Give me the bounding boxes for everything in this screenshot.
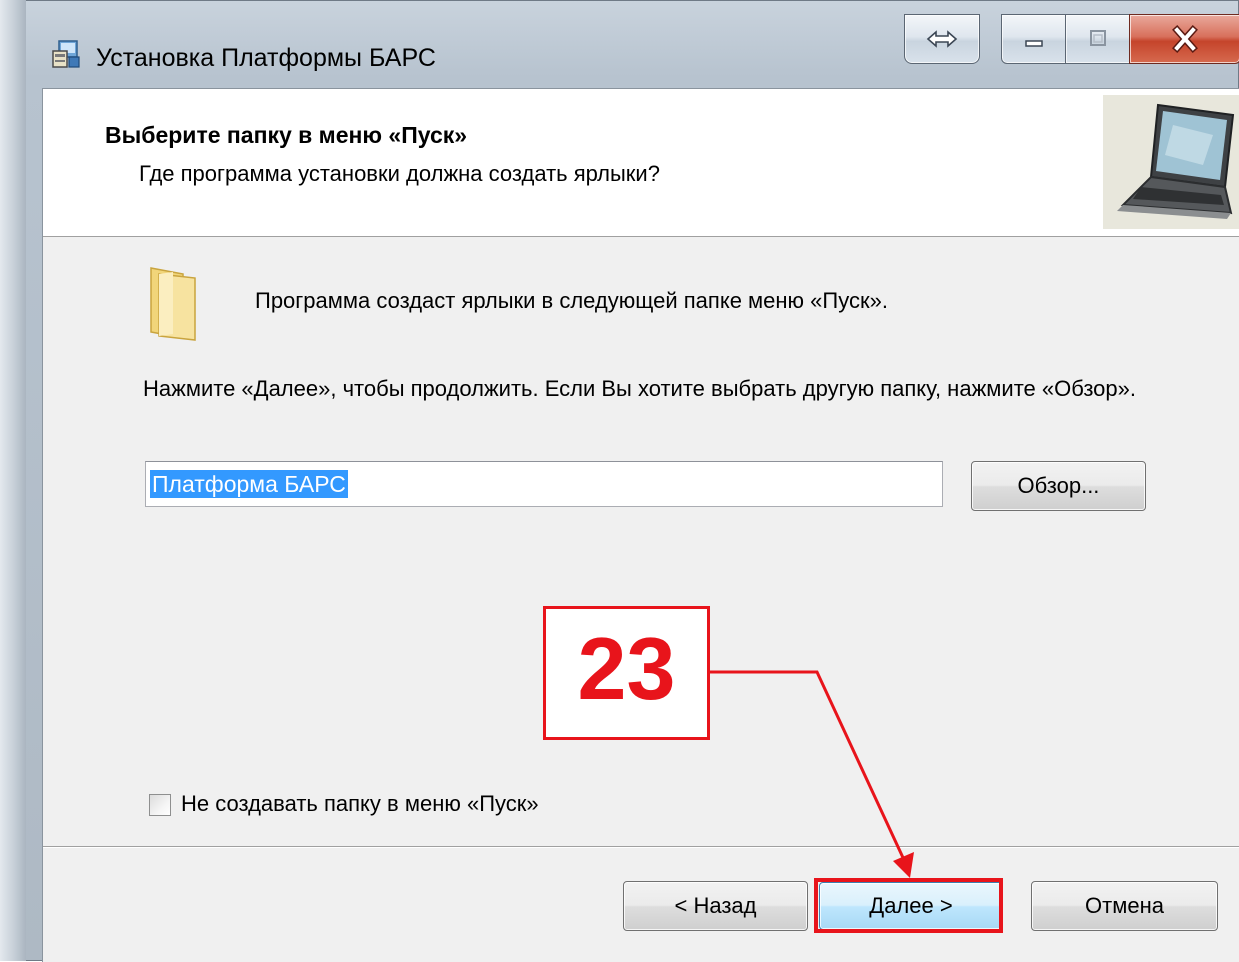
- close-button[interactable]: [1129, 14, 1239, 64]
- checkbox-label[interactable]: Не создавать папку в меню «Пуск»: [181, 791, 539, 817]
- step-annotation-box: 23: [543, 606, 710, 740]
- step-number: 23: [577, 619, 676, 718]
- resize-icon: [926, 30, 958, 48]
- folder-input-value: Платформа БАРС: [150, 470, 348, 498]
- dialog-client-area: Выберите папку в меню «Пуск» Где програм…: [42, 88, 1239, 962]
- cancel-button[interactable]: Отмена: [1031, 881, 1218, 931]
- minimize-button[interactable]: [1001, 14, 1067, 64]
- close-icon: [1172, 25, 1198, 53]
- info-text: Программа создаст ярлыки в следующей пап…: [255, 288, 888, 313]
- window-title: Установка Платформы БАРС: [96, 44, 436, 72]
- maximize-button[interactable]: [1065, 14, 1131, 64]
- back-button[interactable]: < Назад: [623, 881, 808, 931]
- no-start-menu-folder-checkbox[interactable]: [149, 794, 171, 816]
- footer-divider: [43, 846, 1239, 848]
- maximize-icon: [1090, 30, 1106, 46]
- page-title: Выберите папку в меню «Пуск»: [105, 122, 468, 148]
- installer-app-icon: [52, 40, 80, 68]
- folder-icon: [150, 267, 196, 341]
- resize-button[interactable]: [904, 14, 980, 64]
- laptop-image: [1103, 95, 1239, 229]
- title-bar[interactable]: Установка Платформы БАРС: [26, 14, 1239, 88]
- wizard-header: Выберите папку в меню «Пуск» Где програм…: [43, 89, 1239, 237]
- next-button-highlight: [814, 878, 1003, 933]
- minimize-icon: [1025, 40, 1043, 47]
- browse-button[interactable]: Обзор...: [971, 461, 1146, 511]
- start-menu-folder-input[interactable]: Платформа БАРС: [145, 461, 943, 507]
- page-subtitle: Где программа установки должна создать я…: [139, 161, 660, 186]
- window-frame-left-border: [0, 0, 26, 961]
- instruction-text: Нажмите «Далее», чтобы продолжить. Если …: [143, 376, 1136, 401]
